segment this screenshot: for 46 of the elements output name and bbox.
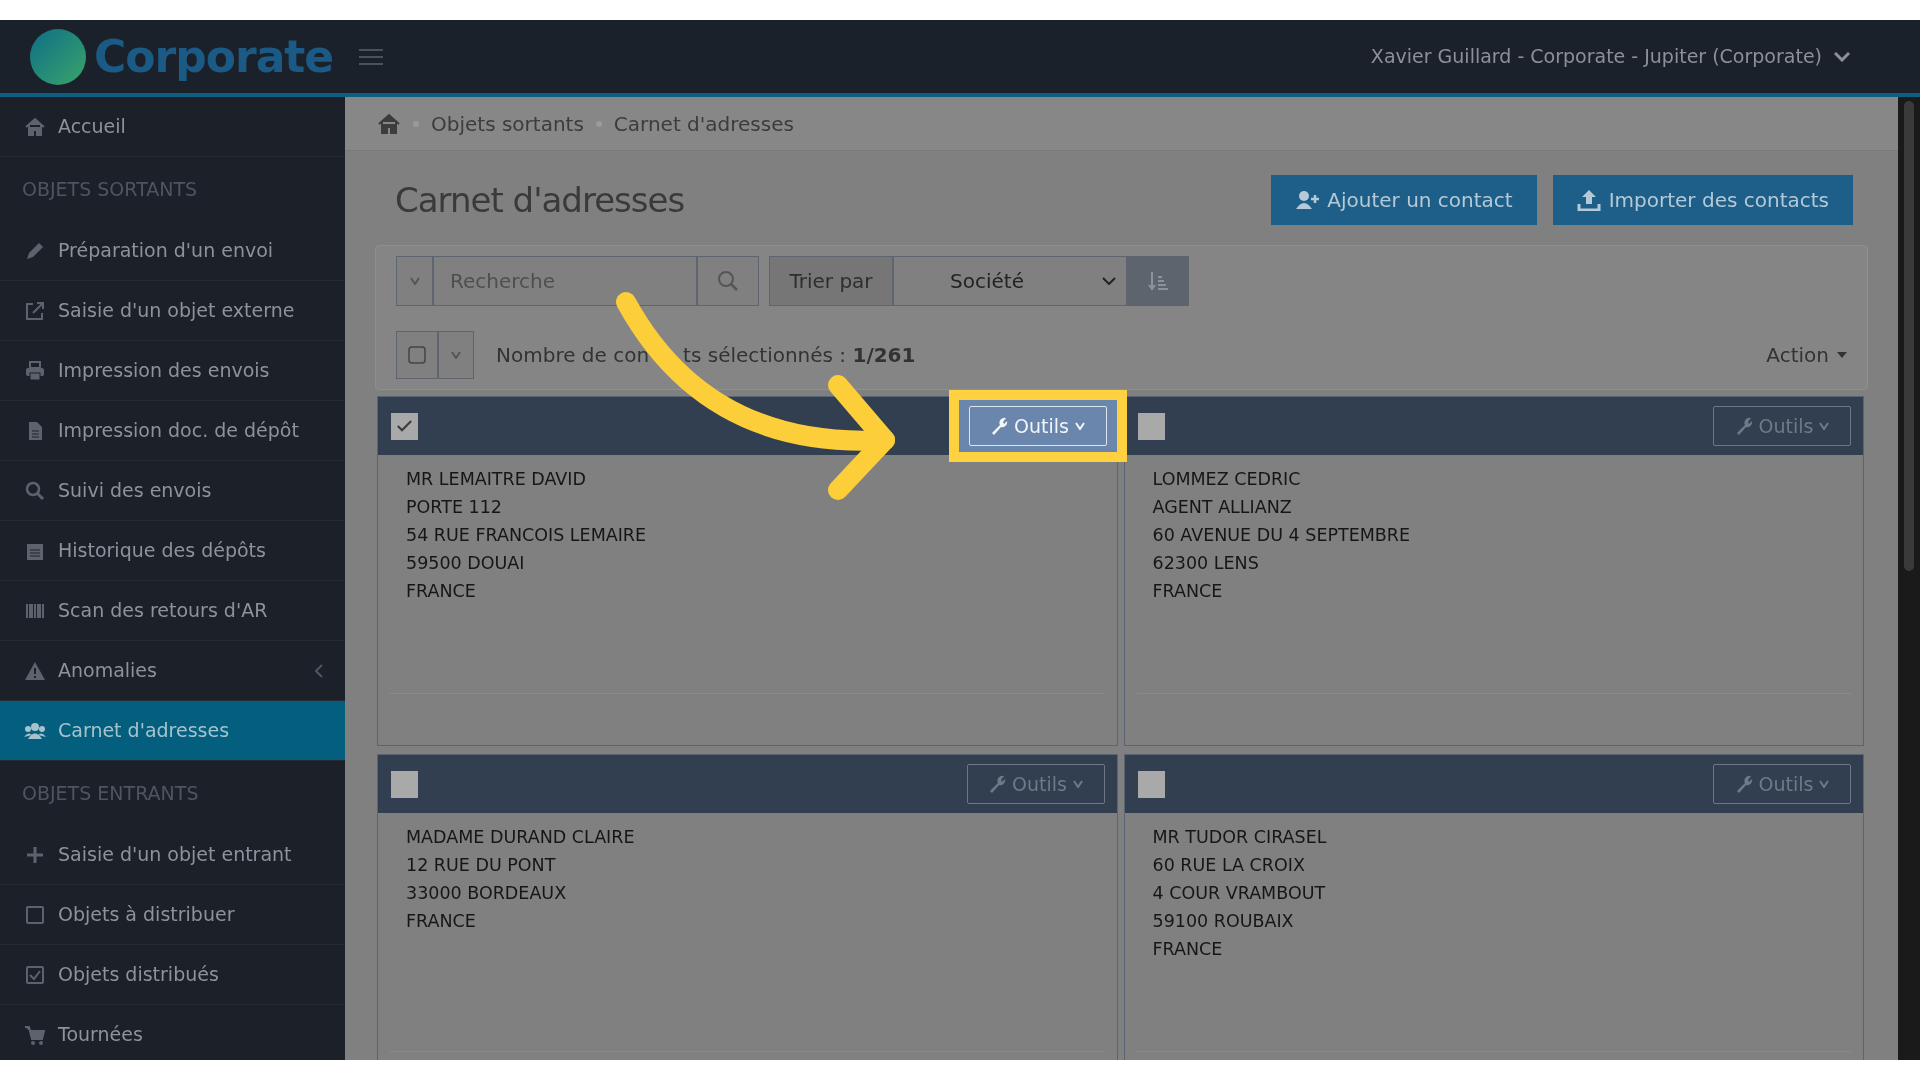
action-button[interactable]: Ajouter un contact (1271, 175, 1537, 225)
address-line: PORTE 112 (406, 496, 503, 519)
sidebar-item[interactable]: Historique des dépôts (0, 521, 345, 581)
sidebar-item[interactable]: Suivi des envois (0, 461, 345, 521)
address-line: FRANCE (1152, 580, 1224, 603)
logo: Corporate (93, 29, 334, 84)
breadcrumb-link[interactable]: Objets sortants (431, 108, 584, 139)
sidebar-item[interactable]: Carnet d'adresses (0, 701, 345, 761)
address-line: 4 COUR VRAMBOUT (1152, 882, 1327, 905)
address-line: MR LEMAITRE DAVID (406, 468, 587, 491)
sidebar-item[interactable]: Tournées (0, 1005, 345, 1060)
sidebar-section-title: OBJETS ENTRANTS (21, 780, 200, 806)
address-line: 62300 LENS (1152, 552, 1260, 575)
selection-count: ts sélectionnés : 1/261 (683, 342, 916, 369)
sidebar-item[interactable]: Saisie d'un objet entrant (0, 825, 345, 885)
sidebar-item[interactable]: Accueil (0, 97, 345, 157)
address-line: 33000 BORDEAUX (406, 882, 568, 905)
address-line: 54 RUE FRANCOIS LEMAIRE (406, 524, 648, 547)
sidebar-item[interactable]: Saisie d'un objet externe (0, 281, 345, 341)
address-line: MR TUDOR CIRASEL (1152, 826, 1328, 849)
action-menu[interactable]: Action (1766, 340, 1847, 370)
address-line: MADAME DURAND CLAIRE (406, 826, 636, 849)
address-line: AGENT ALLIANZ (1152, 496, 1293, 519)
address-line: 59500 DOUAI (406, 552, 526, 575)
selection-count: Nombre de con (496, 342, 650, 369)
page-title: Carnet d'adresses (395, 178, 685, 222)
sidebar-item[interactable]: Objets à distribuer (0, 885, 345, 945)
sidebar-item[interactable]: Impression des envois (0, 341, 345, 401)
sidebar-item[interactable]: Impression doc. de dépôt (0, 401, 345, 461)
sidebar-section-title: OBJETS SORTANTS (21, 176, 199, 202)
sidebar-item[interactable]: Objets distribués (0, 945, 345, 1005)
address-line: FRANCE (1152, 938, 1224, 961)
address-line: FRANCE (406, 580, 477, 603)
sidebar-item[interactable]: Scan des retours d'AR (0, 581, 345, 641)
address-line: 60 AVENUE DU 4 SEPTEMBRE (1152, 524, 1412, 547)
sort-select[interactable]: Société (893, 256, 1127, 306)
action-button[interactable]: Importer des contacts (1552, 175, 1853, 225)
sort-label: Trier par (769, 256, 893, 306)
address-line: LOMMEZ CEDRIC (1152, 468, 1302, 491)
user-menu[interactable]: Xavier Guillard - Corporate - Jupiter (Corporate) (1370, 42, 1822, 71)
address-line: FRANCE (406, 910, 477, 933)
address-line: 59100 ROUBAIX (1152, 910, 1295, 933)
address-line: 12 RUE DU PONT (406, 854, 557, 877)
address-line: 60 RUE LA CROIX (1152, 854, 1306, 877)
tools-button[interactable]: Outils (968, 406, 1107, 446)
sidebar-item[interactable]: Préparation d'un envoi (0, 221, 345, 281)
